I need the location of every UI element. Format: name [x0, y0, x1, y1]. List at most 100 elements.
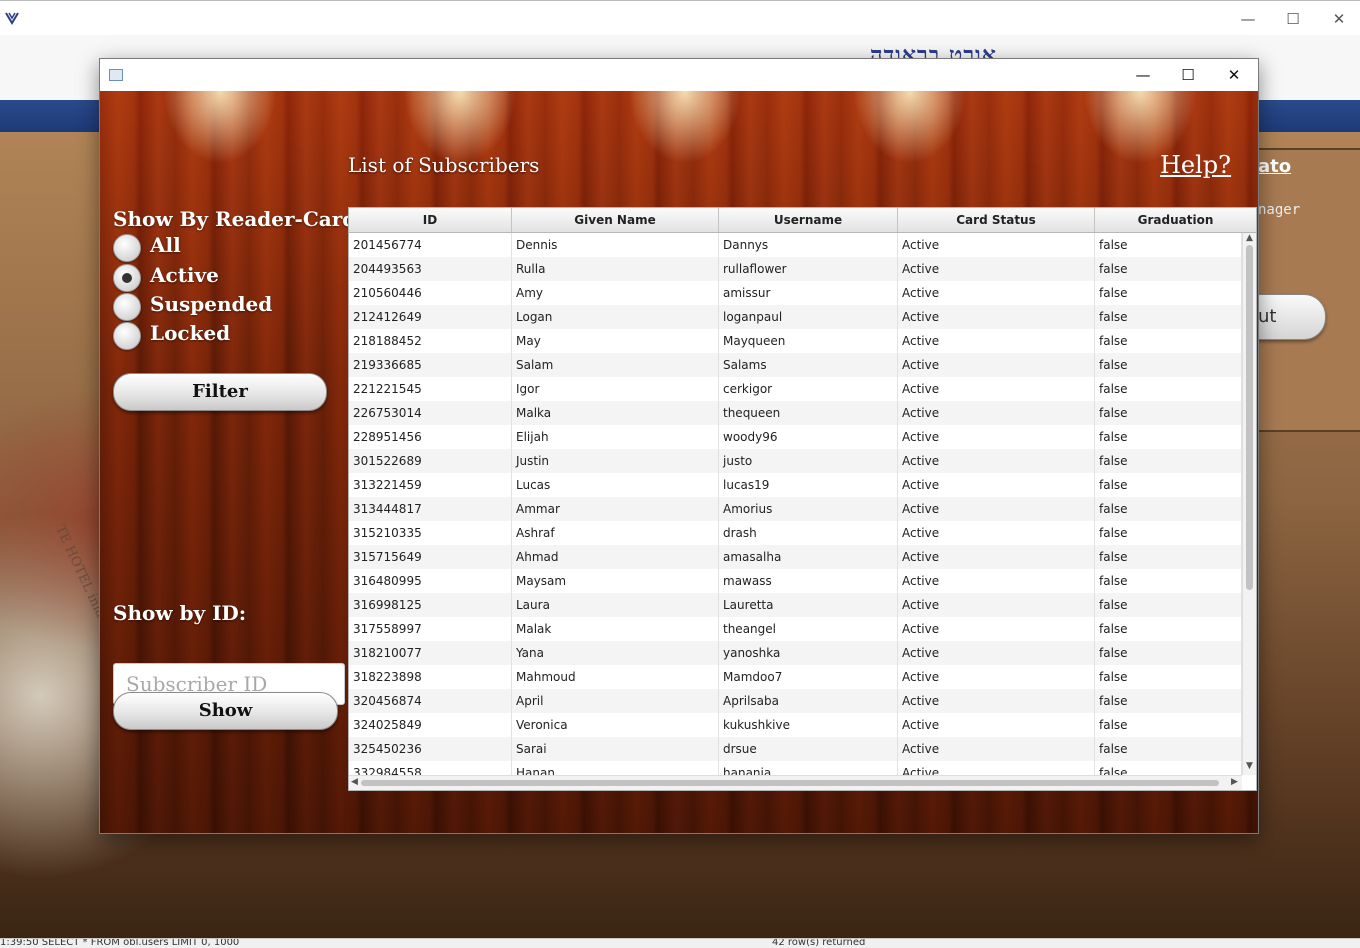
cell-given-name: Ahmad	[512, 545, 719, 569]
table-row[interactable]: 228951456 Elijah woody96 Active false	[349, 425, 1242, 449]
table-row[interactable]: 318223898 Mahmoud Mamdoo7 Active false	[349, 665, 1242, 689]
cell-given-name: Rulla	[512, 257, 719, 281]
cell-username: amissur	[719, 281, 898, 305]
cell-id: 218188452	[349, 329, 512, 353]
table-row[interactable]: 212412649 Logan loganpaul Active false	[349, 305, 1242, 329]
maximize-icon[interactable]: ☐	[1165, 63, 1211, 87]
bg-close-icon[interactable]: ✕	[1316, 7, 1360, 31]
help-link[interactable]: Help?	[1160, 151, 1231, 179]
table-row[interactable]: 320456874 April Aprilsaba Active false	[349, 689, 1242, 713]
column-header-graduation[interactable]: Graduation	[1095, 208, 1256, 232]
table-row[interactable]: 324025849 Veronica kukushkive Active false	[349, 713, 1242, 737]
cell-username: rullaflower	[719, 257, 898, 281]
table-body: 201456774 Dennis Dannys Active false 20449356…	[349, 233, 1242, 775]
radio-button[interactable]	[113, 264, 141, 292]
minimize-icon[interactable]: —	[1120, 63, 1166, 87]
scroll-down-icon[interactable]: ▼	[1246, 761, 1253, 771]
cell-graduation: false	[1095, 449, 1242, 473]
dialog-titlebar[interactable]: — ☐ ✕	[100, 59, 1258, 91]
cell-id: 317558997	[349, 617, 512, 641]
table-row[interactable]: 201456774 Dennis Dannys Active false	[349, 233, 1242, 257]
cell-given-name: Malak	[512, 617, 719, 641]
cell-card-status: Active	[898, 377, 1095, 401]
cell-card-status: Active	[898, 641, 1095, 665]
close-icon[interactable]: ✕	[1211, 63, 1257, 87]
table-row[interactable]: 315210335 Ashraf drash Active false	[349, 521, 1242, 545]
table-row[interactable]: 221221545 Igor cerkigor Active false	[349, 377, 1242, 401]
cell-username: woody96	[719, 425, 898, 449]
cell-username: kukushkive	[719, 713, 898, 737]
cell-graduation: false	[1095, 665, 1242, 689]
cell-graduation: false	[1095, 401, 1242, 425]
subscribers-dialog: — ☐ ✕ List of Subscribers Help? Show By …	[99, 58, 1259, 834]
scroll-up-icon[interactable]: ▲	[1246, 233, 1253, 243]
scroll-right-icon[interactable]: ▶	[1231, 777, 1238, 787]
table-row[interactable]: 204493563 Rulla rullaflower Active false	[349, 257, 1242, 281]
scrollbar-thumb[interactable]	[361, 780, 1219, 786]
scroll-left-icon[interactable]: ◀	[351, 777, 358, 787]
cell-graduation: false	[1095, 257, 1242, 281]
table-row[interactable]: 301522689 Justin justo Active false	[349, 449, 1242, 473]
cell-card-status: Active	[898, 521, 1095, 545]
radio-button[interactable]	[113, 293, 141, 321]
cell-given-name: May	[512, 329, 719, 353]
table-row[interactable]: 318210077 Yana yanoshka Active false	[349, 641, 1242, 665]
column-header-username[interactable]: Username	[719, 208, 898, 232]
subscribers-table[interactable]: ID Given Name Username Card Status Gradu…	[348, 207, 1257, 791]
table-row[interactable]: 316998125 Laura Lauretta Active false	[349, 593, 1242, 617]
cell-id: 318210077	[349, 641, 512, 665]
cell-given-name: Elijah	[512, 425, 719, 449]
table-row[interactable]: 218188452 May Mayqueen Active false	[349, 329, 1242, 353]
cell-graduation: false	[1095, 617, 1242, 641]
column-header-id[interactable]: ID	[349, 208, 512, 232]
cell-username: lucas19	[719, 473, 898, 497]
table-row[interactable]: 315715649 Ahmad amasalha Active false	[349, 545, 1242, 569]
cell-username: drash	[719, 521, 898, 545]
cell-id: 219336685	[349, 353, 512, 377]
cell-username: Mamdoo7	[719, 665, 898, 689]
cell-id: 316998125	[349, 593, 512, 617]
cell-card-status: Active	[898, 449, 1095, 473]
bg-minimize-icon[interactable]: —	[1225, 7, 1271, 31]
page-title: List of Subscribers	[348, 153, 540, 177]
show-button[interactable]: Show	[113, 692, 338, 730]
table-row[interactable]: 313444817 Ammar Amorius Active false	[349, 497, 1242, 521]
cell-given-name: Sarai	[512, 737, 719, 761]
cell-username: amasalha	[719, 545, 898, 569]
cell-given-name: Maysam	[512, 569, 719, 593]
cell-id: 313221459	[349, 473, 512, 497]
cell-graduation: false	[1095, 281, 1242, 305]
cell-given-name: Veronica	[512, 713, 719, 737]
radio-button[interactable]	[113, 322, 141, 350]
radio-button[interactable]	[113, 234, 141, 262]
cell-username: loganpaul	[719, 305, 898, 329]
table-row[interactable]: 316480995 Maysam mawass Active false	[349, 569, 1242, 593]
table-row[interactable]: 313221459 Lucas lucas19 Active false	[349, 473, 1242, 497]
cell-card-status: Active	[898, 713, 1095, 737]
cell-username: thequeen	[719, 401, 898, 425]
horizontal-scrollbar[interactable]: ◀ ▶	[349, 775, 1242, 790]
vertical-scrollbar[interactable]: ▲ ▼	[1242, 233, 1256, 775]
table-row[interactable]: 317558997 Malak theangel Active false	[349, 617, 1242, 641]
table-row[interactable]: 210560446 Amy amissur Active false	[349, 281, 1242, 305]
column-header-card-status[interactable]: Card Status	[898, 208, 1095, 232]
cell-given-name: Amy	[512, 281, 719, 305]
scrollbar-thumb[interactable]	[1246, 245, 1253, 590]
bg-maximize-icon[interactable]: ☐	[1270, 7, 1316, 31]
filter-label: Show By Reader-Card:	[113, 207, 364, 231]
cell-graduation: false	[1095, 569, 1242, 593]
table-row[interactable]: 226753014 Malka thequeen Active false	[349, 401, 1242, 425]
background-logout-label: ut	[1258, 306, 1277, 327]
cell-id: 212412649	[349, 305, 512, 329]
background-panel-link[interactable]: ato	[1258, 156, 1291, 177]
id-label: Show by ID:	[113, 601, 247, 625]
cell-given-name: Mahmoud	[512, 665, 719, 689]
cell-username: Salams	[719, 353, 898, 377]
table-row[interactable]: 325450236 Sarai drsue Active false	[349, 737, 1242, 761]
table-row[interactable]: 219336685 Salam Salams Active false	[349, 353, 1242, 377]
cell-card-status: Active	[898, 569, 1095, 593]
table-row[interactable]: 332984558 Hanan hanania Active false	[349, 761, 1242, 775]
filter-button[interactable]: Filter	[113, 373, 327, 411]
column-header-given-name[interactable]: Given Name	[512, 208, 719, 232]
radio-label: Suspended	[150, 292, 273, 316]
